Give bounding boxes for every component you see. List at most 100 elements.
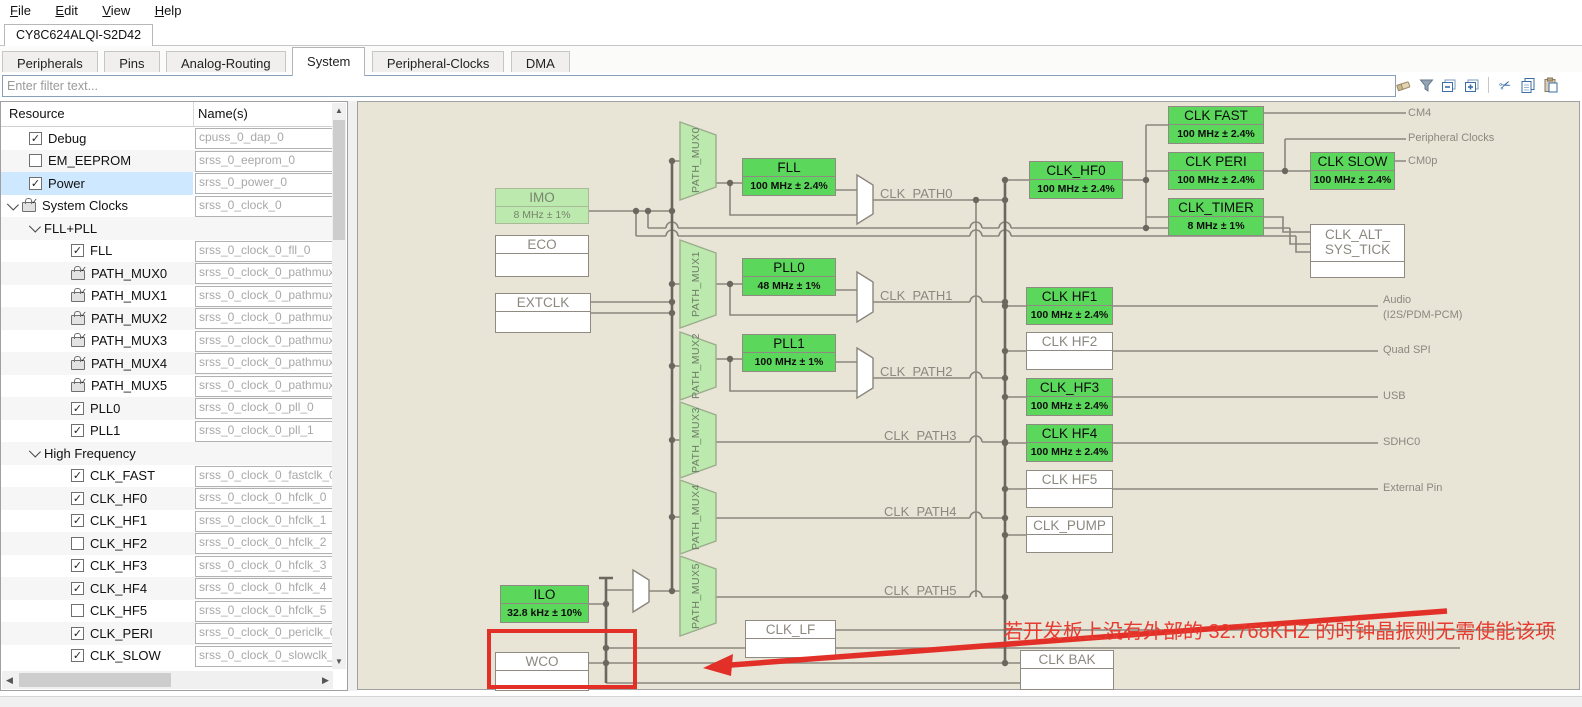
node-clk-pump[interactable]: CLK_PUMP (1026, 516, 1113, 553)
name-field[interactable]: srss_0_clock_0_pathmux (195, 353, 335, 374)
tree-row-clk-peri[interactable]: ✓CLK_PERIsrss_0_clock_0_periclk_0 (1, 622, 333, 645)
filter-input[interactable] (2, 75, 1396, 97)
name-field[interactable]: srss_0_clock_0_fastclk_0 (195, 466, 335, 487)
menu-edit[interactable]: Edit (45, 0, 87, 18)
node-pll1[interactable]: PLL1100 MHz ± 1% (742, 334, 836, 372)
node-imo[interactable]: IMO8 MHz ± 1% (495, 188, 589, 224)
paste-icon[interactable] (1542, 76, 1560, 94)
name-field[interactable]: srss_0_clock_0_hfclk_1 (195, 511, 335, 532)
tree-row-path-mux0[interactable]: PATH_MUX0srss_0_clock_0_pathmux (1, 262, 333, 285)
checkbox[interactable]: ✓ (71, 582, 84, 595)
node-clk-hf4[interactable]: CLK HF4100 MHz ± 2.4% (1026, 424, 1113, 462)
tree-row-path-mux3[interactable]: PATH_MUX3srss_0_clock_0_pathmux (1, 330, 333, 353)
node-clk-peri[interactable]: CLK PERI100 MHz ± 2.4% (1168, 152, 1264, 190)
checkbox[interactable]: ✓ (71, 492, 84, 505)
chevron-down-icon[interactable] (7, 198, 19, 210)
checkbox[interactable]: ✓ (71, 424, 84, 437)
name-field[interactable]: srss_0_clock_0_pll_1 (195, 421, 335, 442)
node-extclk[interactable]: EXTCLK (495, 293, 591, 333)
node-clk-slow[interactable]: CLK SLOW100 MHz ± 2.4% (1310, 152, 1395, 190)
chevron-down-icon[interactable] (29, 221, 41, 233)
name-field[interactable]: srss_0_clock_0_hfclk_5 (195, 601, 335, 622)
tree-row-clk-hf4[interactable]: ✓CLK_HF4srss_0_clock_0_hfclk_4 (1, 577, 333, 600)
clear-filter-eraser-icon[interactable] (1394, 76, 1412, 94)
name-field[interactable]: srss_0_clock_0_hfclk_4 (195, 578, 335, 599)
node-clk-hf2[interactable]: CLK HF2 (1026, 332, 1113, 370)
checkbox[interactable]: ✓ (71, 514, 84, 527)
tree-row-fll[interactable]: ✓FLLsrss_0_clock_0_fll_0 (1, 240, 333, 263)
collapse-all-icon[interactable] (1440, 76, 1458, 94)
checkbox[interactable]: ✓ (71, 469, 84, 482)
checkbox[interactable]: ✓ (71, 244, 84, 257)
name-field[interactable]: srss_0_clock_0_slowclk_0 (195, 646, 335, 667)
scrollbar-thumb[interactable] (19, 673, 171, 687)
name-field[interactable]: srss_0_clock_0_hfclk_3 (195, 556, 335, 577)
tree-row-clk-hf0[interactable]: ✓CLK_HF0srss_0_clock_0_hfclk_0 (1, 487, 333, 510)
tree-row-fll-pll[interactable]: FLL+PLL (1, 217, 333, 240)
menu-file[interactable]: File (0, 0, 41, 18)
tree-row-path-mux5[interactable]: PATH_MUX5srss_0_clock_0_pathmux (1, 375, 333, 398)
name-field[interactable]: srss_0_clock_0_pathmux (195, 331, 335, 352)
tree-row-clk-hf5[interactable]: CLK_HF5srss_0_clock_0_hfclk_5 (1, 600, 333, 623)
chevron-down-icon[interactable] (29, 446, 41, 458)
node-clk-timer[interactable]: CLK_TIMER8 MHz ± 1% (1168, 198, 1264, 236)
node-clk-hf3[interactable]: CLK_HF3100 MHz ± 2.4% (1026, 378, 1113, 416)
checkbox[interactable]: ✓ (71, 627, 84, 640)
tree-row-path-mux1[interactable]: PATH_MUX1srss_0_clock_0_pathmux (1, 285, 333, 308)
name-field[interactable]: srss_0_clock_0_pll_0 (195, 398, 335, 419)
name-field[interactable]: srss_0_eeprom_0 (195, 151, 335, 172)
name-field[interactable]: srss_0_clock_0 (195, 196, 335, 217)
checkbox[interactable]: ✓ (71, 402, 84, 415)
node-clk-alt-sys-tick[interactable]: CLK_ALT_SYS_TICK (1310, 224, 1405, 278)
node-clk-lf[interactable]: CLK_LF (745, 620, 836, 658)
tree-row-clk-slow[interactable]: ✓CLK_SLOWsrss_0_clock_0_slowclk_0 (1, 645, 333, 668)
checkbox[interactable] (29, 154, 42, 167)
scroll-up-icon[interactable]: ▲ (332, 103, 346, 118)
tree-row-debug[interactable]: ✓Debugcpuss_0_dap_0 (1, 127, 333, 150)
node-clk-bak[interactable]: CLK BAK (1020, 650, 1114, 690)
vertical-scrollbar[interactable]: ▲ ▼ (332, 103, 346, 669)
name-field[interactable]: srss_0_power_0 (195, 173, 335, 194)
tree-row-clk-hf2[interactable]: CLK_HF2srss_0_clock_0_hfclk_2 (1, 532, 333, 555)
document-tab[interactable]: CY8C624ALQI-S2D42 (4, 24, 153, 47)
cut-scissors-icon[interactable]: ✂ (1493, 73, 1516, 96)
checkbox[interactable]: ✓ (29, 177, 42, 190)
checkbox[interactable] (71, 604, 84, 617)
name-field[interactable]: srss_0_clock_0_periclk_0 (195, 623, 335, 644)
checkbox[interactable] (71, 537, 84, 550)
tree-row-pll1[interactable]: ✓PLL1srss_0_clock_0_pll_1 (1, 420, 333, 443)
tree-row-clk-hf3[interactable]: ✓CLK_HF3srss_0_clock_0_hfclk_3 (1, 555, 333, 578)
tree-row-path-mux2[interactable]: PATH_MUX2srss_0_clock_0_pathmux (1, 307, 333, 330)
tree-row-em-eeprom[interactable]: EM_EEPROMsrss_0_eeprom_0 (1, 150, 333, 173)
scroll-down-icon[interactable]: ▼ (332, 654, 346, 669)
filter-funnel-icon[interactable] (1417, 76, 1435, 94)
tree-row-pll0[interactable]: ✓PLL0srss_0_clock_0_pll_0 (1, 397, 333, 420)
node-fll[interactable]: FLL100 MHz ± 2.4% (742, 158, 836, 196)
panel-splitter[interactable] (348, 101, 357, 691)
checkbox[interactable]: ✓ (71, 559, 84, 572)
node-pll0[interactable]: PLL048 MHz ± 1% (742, 258, 836, 296)
node-ilo[interactable]: ILO32.8 kHz ± 10% (500, 585, 589, 623)
name-field[interactable]: srss_0_clock_0_pathmux (195, 263, 335, 284)
expand-all-icon[interactable] (1463, 76, 1481, 94)
menu-help[interactable]: Help (145, 0, 192, 18)
copy-icon[interactable] (1519, 76, 1537, 94)
tree-row-path-mux4[interactable]: PATH_MUX4srss_0_clock_0_pathmux (1, 352, 333, 375)
node-clk-hf1[interactable]: CLK HF1100 MHz ± 2.4% (1026, 287, 1113, 325)
horizontal-scrollbar[interactable]: ◀ ▶ (2, 671, 333, 689)
name-field[interactable]: srss_0_clock_0_hfclk_2 (195, 533, 335, 554)
node-clk-hf5[interactable]: CLK HF5 (1026, 470, 1113, 508)
name-field[interactable]: cpuss_0_dap_0 (195, 128, 335, 149)
name-field[interactable]: srss_0_clock_0_pathmux (195, 286, 335, 307)
name-field[interactable]: srss_0_clock_0_pathmux (195, 308, 335, 329)
tab-system[interactable]: System (292, 47, 365, 76)
node-eco[interactable]: ECO (495, 235, 589, 277)
name-field[interactable]: srss_0_clock_0_fll_0 (195, 241, 335, 262)
node-clk-hf0[interactable]: CLK_HF0100 MHz ± 2.4% (1029, 161, 1123, 199)
name-field[interactable]: srss_0_clock_0_hfclk_0 (195, 488, 335, 509)
tree-row-clk-hf1[interactable]: ✓CLK_HF1srss_0_clock_0_hfclk_1 (1, 510, 333, 533)
name-field[interactable]: srss_0_clock_0_pathmux (195, 376, 335, 397)
tree-row-clk-fast[interactable]: ✓CLK_FASTsrss_0_clock_0_fastclk_0 (1, 465, 333, 488)
tree-row-high-frequency[interactable]: High Frequency (1, 442, 333, 465)
scroll-right-icon[interactable]: ▶ (318, 671, 333, 689)
